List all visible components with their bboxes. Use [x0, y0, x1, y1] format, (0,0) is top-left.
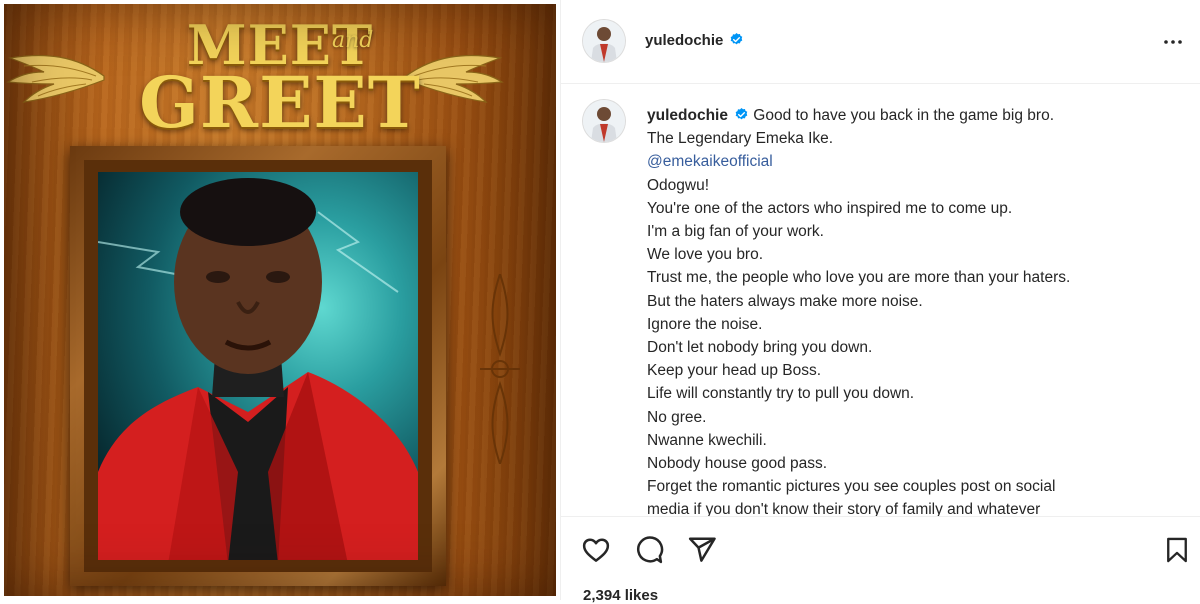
verified-badge-icon [731, 32, 743, 45]
avatar-image [583, 20, 625, 62]
post-header: yuledochie [561, 0, 1200, 84]
caption-line: I'm a big fan of your work. [647, 223, 824, 241]
share-icon[interactable] [687, 535, 717, 565]
header-username-text[interactable]: yuledochie [645, 32, 723, 49]
caption-avatar[interactable] [583, 100, 625, 142]
caption-line: Life will constantly try to pull you dow… [647, 385, 915, 403]
caption-text: yuledochie Good to have you back in the … [647, 104, 1187, 516]
comment-icon[interactable] [634, 535, 664, 565]
header-username[interactable]: yuledochie [645, 32, 744, 49]
post-actions-bar: 2,394 likes [561, 516, 1200, 604]
heart-icon[interactable] [581, 535, 611, 565]
caption-line-first: yuledochie Good to have you back in the … [647, 104, 1187, 127]
caption-line: Keep your head up Boss. [647, 362, 822, 380]
caption-mention-link[interactable]: @emekaikeofficial [647, 150, 1187, 173]
picture-frame [70, 146, 446, 586]
caption-line: But the haters always make more noise. [647, 292, 923, 310]
caption-line: Odogwu! [647, 176, 710, 194]
picture-frame-inner [84, 160, 432, 572]
likes-count[interactable]: 2,394 likes [583, 587, 658, 604]
caption-line: No gree. [647, 408, 707, 426]
caption-line: Don't let nobody bring you down. [647, 339, 873, 357]
caption-area[interactable]: yuledochie Good to have you back in the … [561, 84, 1200, 516]
caption-line: The Legendary Emeka Ike. [647, 130, 834, 148]
more-options-icon[interactable] [1161, 30, 1185, 54]
poster-headline-greet: GREET [139, 61, 421, 144]
poster-headline-and: and [332, 28, 374, 53]
caption-line: Forget the romantic pictures you see cou… [647, 478, 1056, 496]
caption-avatar-image [583, 100, 625, 142]
post-detail-panel: yuledochie yuledochie Good to have you b… [560, 0, 1200, 604]
caption-line: media if you don't know their story of f… [647, 501, 1041, 516]
caption-line: Nobody house good pass. [647, 455, 828, 473]
caption-line: Ignore the noise. [647, 315, 763, 333]
bookmark-icon[interactable] [1163, 535, 1191, 565]
avatar[interactable] [583, 20, 625, 62]
ornament-graphic [480, 274, 520, 464]
caption-line: Trust me, the people who love you are mo… [647, 269, 1071, 287]
caption-line: We love you bro. [647, 246, 764, 264]
portrait-illustration [98, 178, 418, 560]
verified-badge-icon [735, 107, 748, 120]
caption-line: Good to have you back in the game big br… [753, 107, 1055, 124]
caption-username[interactable]: yuledochie [647, 107, 728, 124]
portrait-photo [98, 172, 418, 560]
post-image[interactable]: MEET and GREET [4, 4, 556, 596]
caption-line: Nwanne kwechili. [647, 431, 767, 449]
caption-line: You're one of the actors who inspired me… [647, 199, 1013, 217]
